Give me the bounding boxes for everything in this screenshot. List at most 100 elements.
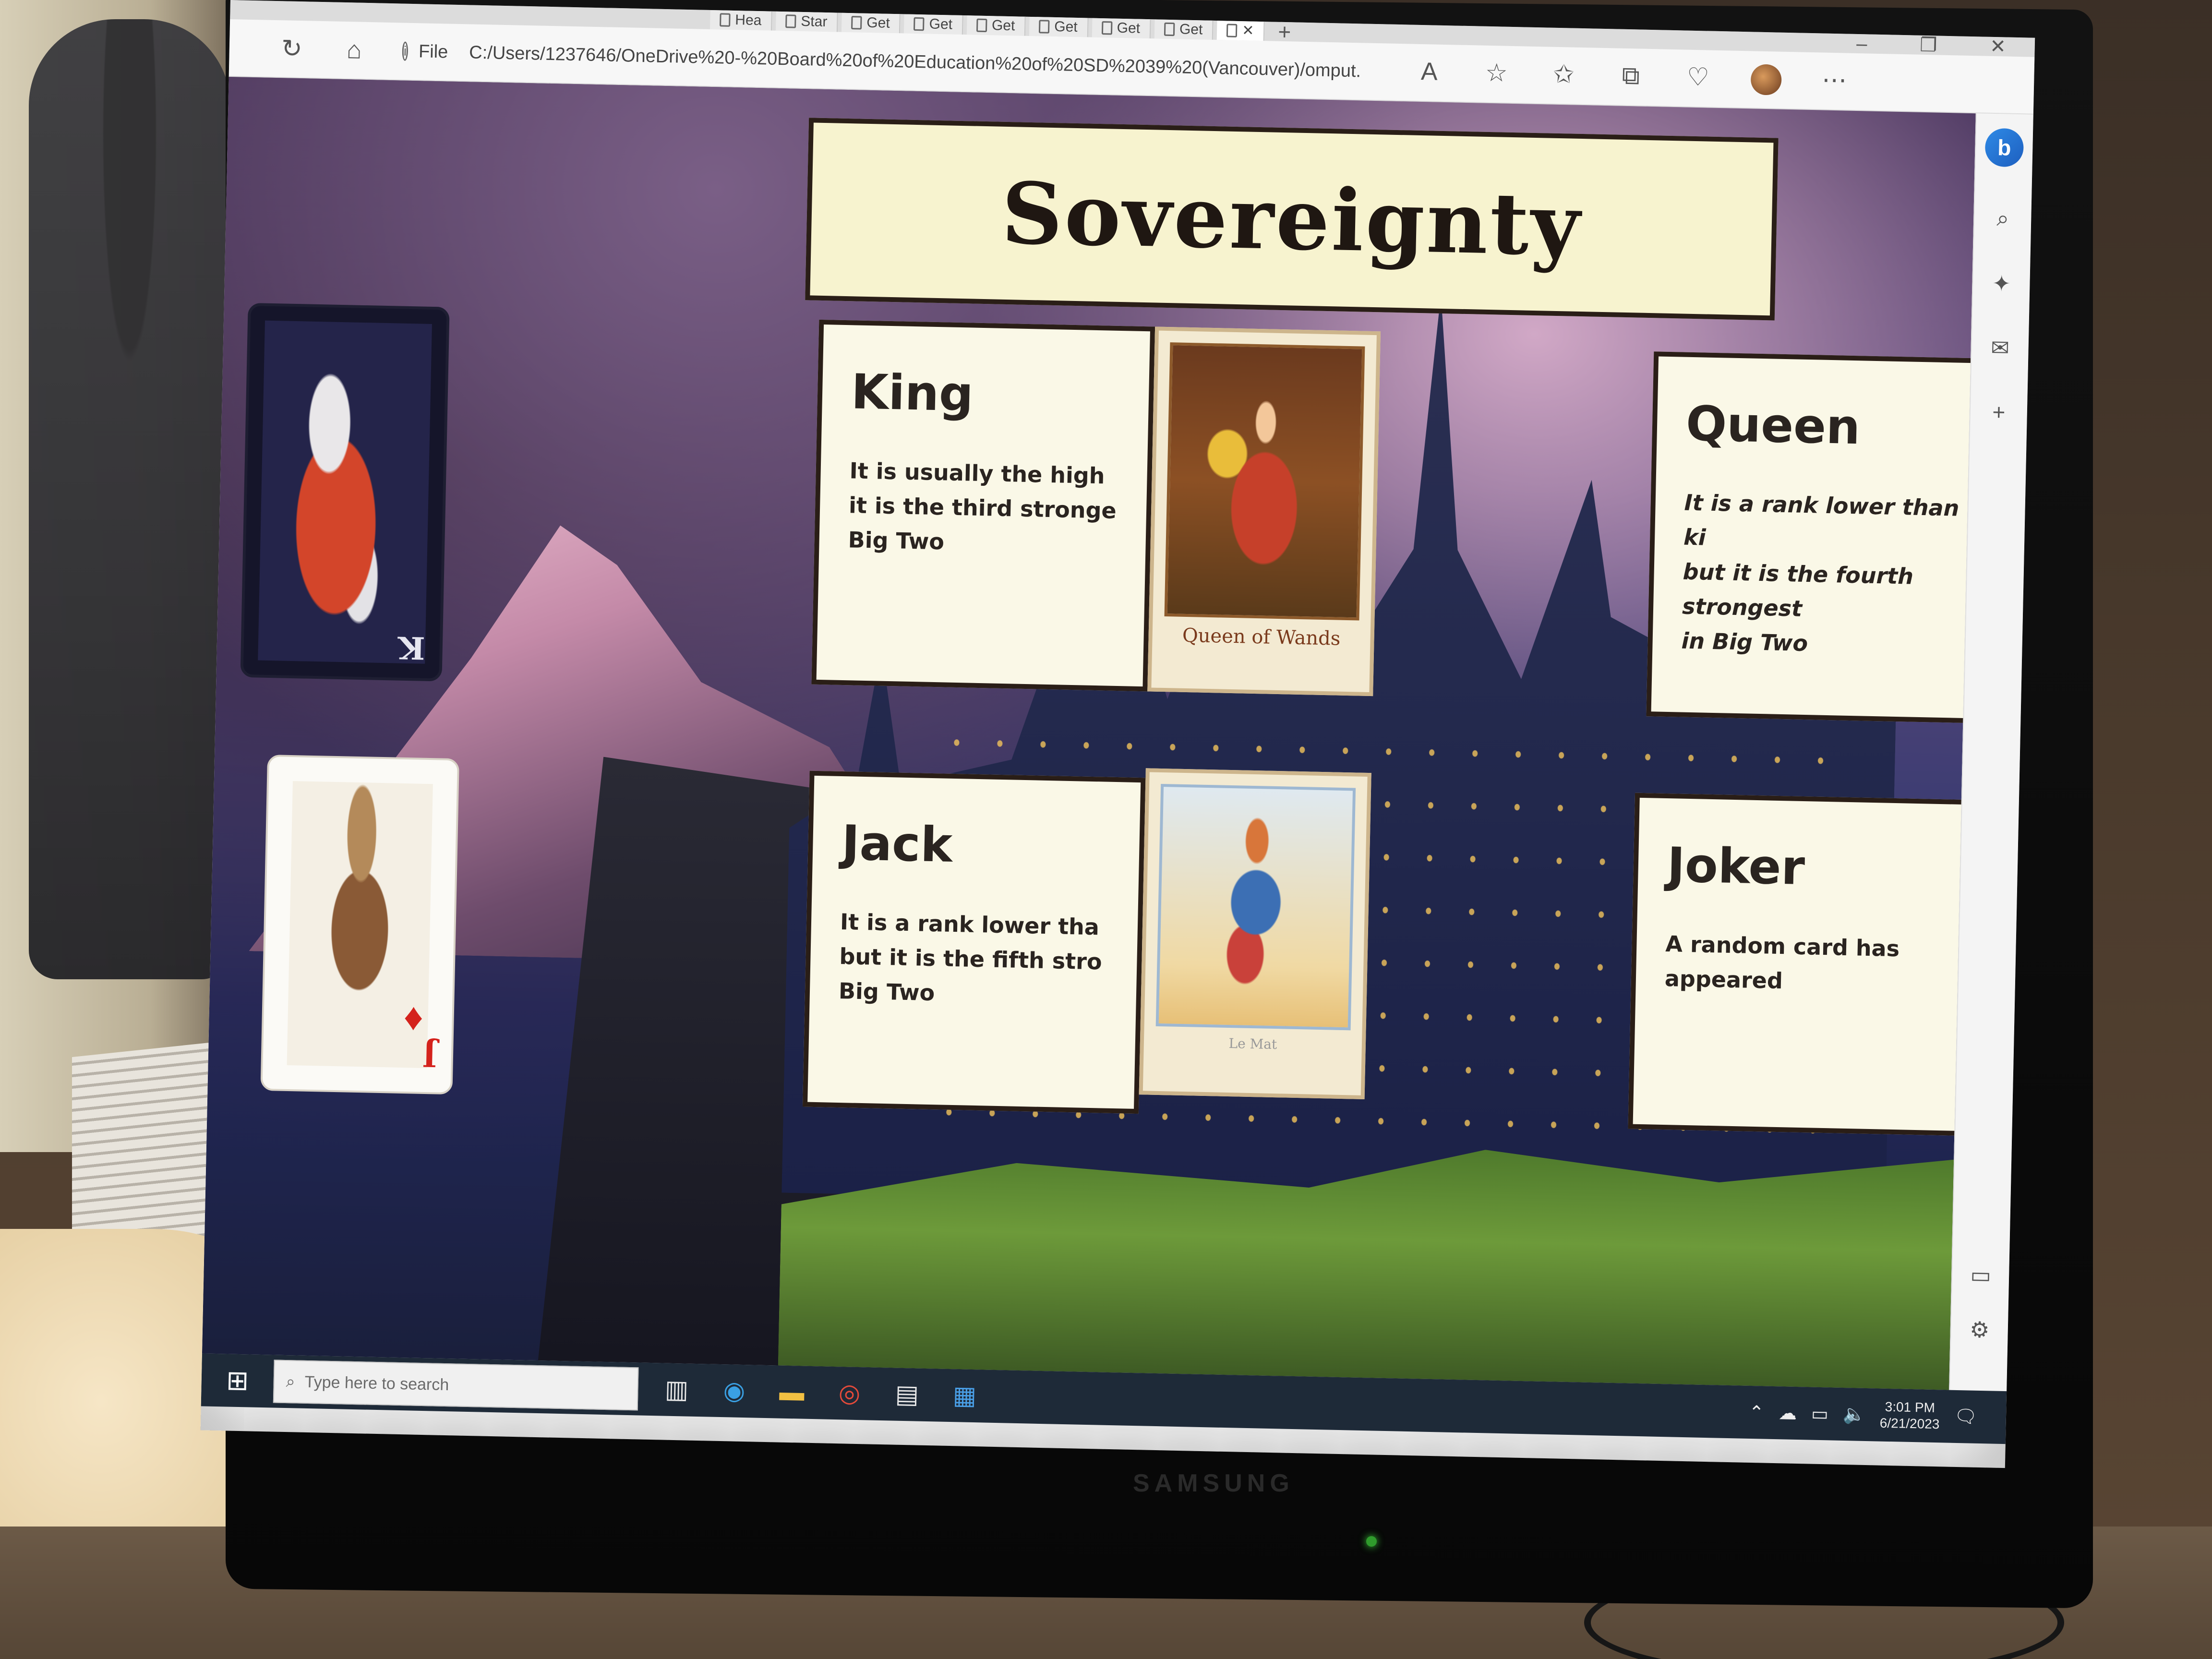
page-icon (1039, 20, 1050, 34)
new-tab-icon[interactable]: + (1268, 19, 1301, 45)
monitor-screen: Hea Star Get Get Get Get Get Get ✕ + – ❐… (200, 0, 2035, 1468)
close-tab-icon[interactable]: ✕ (1242, 21, 1254, 41)
photos-icon[interactable]: ▦ (945, 1376, 985, 1416)
chevron-up-icon[interactable]: ⌃ (1749, 1401, 1765, 1423)
collections-icon[interactable]: ⧉ (1616, 61, 1646, 93)
page-icon (914, 17, 925, 31)
jack-card-box: Jack It is a rank lower tha but it is th… (802, 770, 1146, 1114)
edge-icon[interactable]: ◉ (715, 1371, 754, 1411)
card-rank: J (422, 1036, 437, 1073)
address-bar[interactable]: i File C:/Users/1237646/OneDrive%20-%20B… (402, 41, 1362, 82)
close-window-icon[interactable]: ✕ (1990, 36, 2006, 58)
tab-label: Get (1179, 21, 1203, 38)
favorites-icon[interactable]: ✩ (1549, 60, 1578, 91)
browser-essentials-icon[interactable]: ♡ (1683, 62, 1713, 94)
tab-label: Get (1054, 18, 1078, 35)
refresh-icon[interactable]: ↻ (277, 34, 306, 63)
window-controls: – ❐ ✕ (1856, 33, 2006, 58)
profile-avatar[interactable] (1750, 64, 1782, 96)
jack-description: It is a rank lower tha but it is the fif… (838, 909, 1103, 1006)
task-view-icon[interactable]: ▥ (657, 1370, 697, 1409)
browser-tab[interactable]: Get (1154, 19, 1214, 40)
king-card-box: King It is usually the high it is the th… (811, 319, 1155, 692)
home-icon[interactable]: ⌂ (339, 36, 369, 65)
volume-icon[interactable]: 🔈 (1842, 1404, 1865, 1425)
tarot-caption: Le Mat (1228, 1035, 1277, 1053)
person-in-background (29, 19, 230, 979)
search-placeholder: Type here to search (304, 1372, 449, 1394)
info-icon[interactable]: i (402, 41, 409, 61)
sidebar-toggle-icon[interactable]: ▭ (1970, 1262, 1992, 1288)
tab-label: Get (929, 16, 953, 33)
read-aloud-icon[interactable]: A (1415, 57, 1444, 88)
clock[interactable]: 3:01 PM 6/21/2023 (1879, 1399, 1940, 1433)
diamond-icon: ♦ (403, 995, 424, 1038)
page-icon (720, 13, 731, 27)
page-icon (851, 16, 862, 30)
tarot-card-fool: Le Mat (1139, 768, 1371, 1099)
browser-tab[interactable]: Star (775, 11, 838, 32)
web-page: Sovereignty King It is usually the high … (202, 76, 1976, 1390)
tarot-art (1155, 783, 1356, 1031)
favorite-star-icon[interactable]: ☆ (1482, 59, 1511, 90)
restore-icon[interactable]: ❐ (1920, 35, 1937, 56)
playing-card-jack-of-diamonds: ♦ J (260, 754, 460, 1095)
chrome-icon[interactable]: ◎ (830, 1374, 869, 1413)
browser-tab[interactable]: Hea (709, 10, 772, 31)
browser-tab[interactable]: Get (966, 15, 1026, 36)
tab-label: Get (866, 14, 890, 31)
bing-icon[interactable]: b (1984, 128, 2024, 168)
joker-title: Joker (1666, 837, 1805, 896)
jack-title: Jack (841, 815, 953, 873)
joker-card-box: Joker A random card has appeared (1628, 793, 1976, 1137)
page-icon (1226, 24, 1238, 37)
browser-tab-active[interactable]: ✕ (1216, 21, 1265, 41)
browser-tab[interactable]: Get (904, 14, 963, 35)
queen-description: It is a rank lower than the ki but it is… (1681, 489, 1976, 657)
onedrive-icon[interactable]: ☁ (1779, 1402, 1797, 1424)
notification-icon[interactable]: 🗨 (1954, 1406, 1977, 1428)
file-explorer-icon[interactable]: ▬ (772, 1372, 812, 1412)
tab-label: Star (801, 13, 828, 30)
tarot-art (1164, 342, 1365, 621)
power-led (1366, 1536, 1377, 1547)
queen-title: Queen (1685, 395, 1861, 456)
address-separator (458, 41, 459, 63)
page-icon (785, 14, 796, 28)
tarot-caption: Queen of Wands (1182, 624, 1341, 650)
add-icon[interactable]: + (1992, 399, 2006, 425)
browser-tab[interactable]: Get (1092, 18, 1151, 39)
search-icon: ⌕ (286, 1372, 296, 1391)
minimize-icon[interactable]: – (1856, 33, 1867, 54)
network-icon[interactable]: ▭ (1811, 1403, 1829, 1425)
browser-tab[interactable]: Get (841, 12, 901, 34)
sidebar-bottom: ▭ ⚙ (1969, 1262, 1992, 1343)
copilot-icon[interactable]: ✦ (1992, 270, 2011, 297)
clock-date: 6/21/2023 (1879, 1415, 1940, 1432)
browser-tab[interactable]: Get (1029, 16, 1089, 37)
page-icon (1101, 21, 1112, 35)
tab-label: Get (991, 17, 1015, 34)
king-title: King (850, 363, 974, 422)
more-menu-icon[interactable]: ⋯ (1820, 65, 1849, 96)
page-icon (1164, 22, 1175, 36)
tarot-card-queen-of-wands: Queen of Wands (1147, 326, 1381, 697)
joker-description: A random card has appeared (1664, 931, 1900, 994)
title-box: Sovereignty (805, 118, 1779, 321)
address-prefix: File (418, 41, 448, 62)
notepad-icon[interactable]: ▤ (888, 1375, 927, 1414)
tab-label: Get (1117, 20, 1141, 36)
outlook-icon[interactable]: ✉ (1991, 335, 2010, 361)
card-rank: K (398, 629, 426, 666)
king-card-art (258, 320, 432, 664)
queen-card-box: Queen It is a rank lower than the ki but… (1646, 351, 1976, 725)
settings-icon[interactable]: ⚙ (1970, 1316, 1990, 1343)
taskbar-search[interactable]: ⌕ Type here to search (273, 1359, 639, 1411)
toolbar-actions: A ☆ ✩ ⧉ ♡ ⋯ (1415, 57, 1849, 97)
windows-start-icon[interactable]: ⊞ (220, 1364, 254, 1396)
king-description: It is usually the high it is the third s… (848, 457, 1117, 555)
address-url[interactable]: C:/Users/1237646/OneDrive%20-%20Board%20… (469, 42, 1362, 82)
page-title: Sovereignty (1000, 163, 1583, 275)
search-icon[interactable]: ⌕ (1996, 205, 2009, 232)
system-tray: ⌃ ☁ ▭ 🔈 3:01 PM 6/21/2023 🗨 (1748, 1396, 2006, 1434)
